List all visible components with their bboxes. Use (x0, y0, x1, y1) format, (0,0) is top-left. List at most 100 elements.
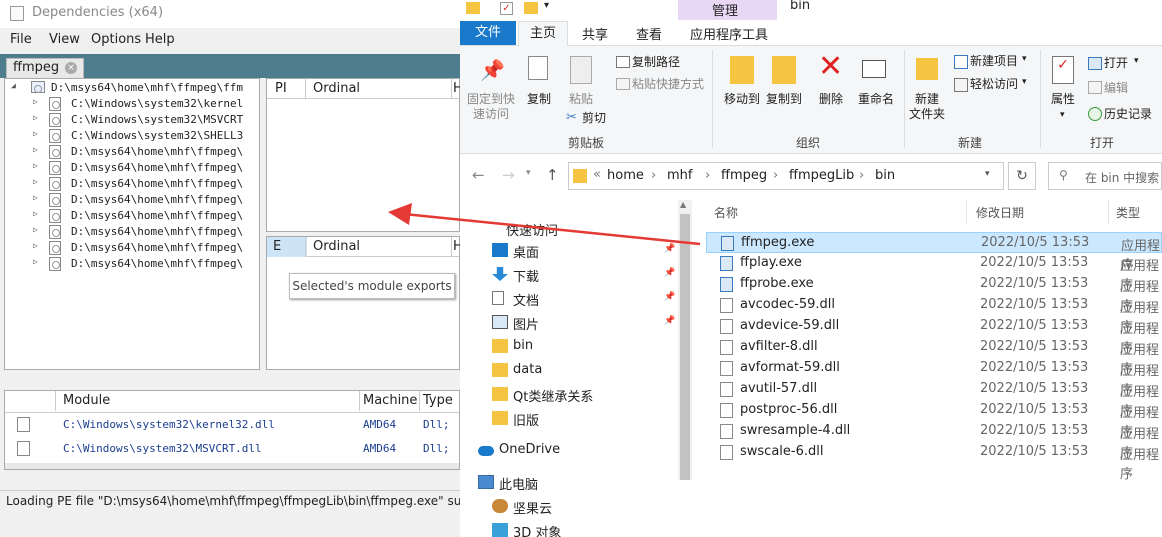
breadcrumb-overflow[interactable]: « (593, 167, 601, 182)
file-row[interactable]: avfilter-8.dll 2022/10/5 13:53 应用程序 (706, 337, 1162, 377)
col-ordinal[interactable]: Ordinal (313, 239, 360, 254)
chevron-right-icon[interactable]: › (651, 168, 656, 183)
easy-access-button[interactable]: 轻松访问 (970, 77, 1018, 92)
file-list[interactable]: 名称 修改日期 类型 ffmpeg.exe 2022/10/5 13:53 应用程序… (696, 200, 1162, 537)
chevron-right-icon[interactable]: › (705, 168, 710, 183)
breadcrumb-item[interactable]: ffmpeg (721, 168, 767, 183)
chevron-down-icon[interactable]: ▾ (1022, 77, 1046, 103)
nav-scroll-thumb[interactable] (680, 214, 690, 480)
new-item-button[interactable]: 新建项目 (970, 54, 1018, 69)
tab-view[interactable]: 查看 (636, 24, 662, 43)
refresh-button[interactable]: ↻ (1008, 162, 1036, 190)
chevron-up-icon[interactable]: ▲ (680, 200, 686, 209)
table-row[interactable]: C:\Windows\system32\kernel32.dll AMD64 D… (5, 413, 459, 437)
document-tab-ffmpeg[interactable]: ffmpeg × (6, 58, 84, 78)
pin-to-quick-access-button[interactable]: 固定到快 速访问 (466, 92, 516, 122)
menu-file[interactable]: File (10, 32, 32, 47)
navigation-pane[interactable]: 快速访问桌面 📌 下载 📌 文档 📌 图片 📌 bin data Qt类继承关系旧版 OneDrive… (460, 200, 692, 537)
chevron-down-icon[interactable]: ▾ (1134, 56, 1158, 82)
module-tree[interactable]: ◢ D:\msys64\home\mhf\ffmpeg\ffm ▷ C:\Wind… (4, 78, 260, 370)
forward-arrow-icon[interactable]: → (502, 166, 515, 184)
cut-button[interactable]: 剪切 (582, 111, 606, 126)
imports-pane[interactable]: PI Ordinal H (266, 78, 460, 232)
chevron-right-icon[interactable]: › (859, 168, 864, 183)
col-pi[interactable]: PI (275, 81, 287, 96)
rename-button[interactable]: 重命名 (854, 92, 898, 107)
properties-button[interactable]: 属性 (1048, 92, 1078, 107)
tab-share[interactable]: 共享 (582, 24, 608, 43)
new-folder-button[interactable]: 新建 文件夹 (906, 92, 948, 122)
col-date[interactable]: 修改日期 (976, 204, 1024, 221)
file-row[interactable]: avutil-57.dll 2022/10/5 13:53 应用程序 (706, 379, 1162, 419)
open-button[interactable]: 打开 (1104, 56, 1128, 71)
file-row[interactable]: postproc-56.dll 2022/10/5 13:53 应用程序 (706, 400, 1162, 440)
checkbox-icon[interactable]: ✓ (500, 2, 513, 15)
col-module[interactable]: Module (63, 393, 110, 408)
expand-arrow-icon[interactable]: ▷ (33, 257, 38, 266)
col-hint[interactable]: H (453, 81, 460, 96)
folder-icon[interactable] (524, 2, 538, 14)
file-row[interactable]: ffprobe.exe 2022/10/5 13:53 应用程序 (706, 274, 1162, 314)
move-to-button[interactable]: 移动到 (720, 92, 764, 107)
col-name[interactable]: 名称 (714, 204, 738, 221)
file-row[interactable]: avdevice-59.dll 2022/10/5 13:53 应用程序 (706, 316, 1162, 356)
file-row[interactable]: swscale-6.dll 2022/10/5 13:53 应用程序 (706, 442, 1162, 482)
paste-shortcut-button[interactable]: 粘贴快捷方式 (632, 77, 704, 92)
breadcrumb-item[interactable]: mhf (667, 168, 692, 183)
chevron-down-icon[interactable]: ▾ (1060, 110, 1072, 122)
table-row[interactable]: C:\Windows\system32\MSVCRT.dll AMD64 Dll… (5, 437, 459, 461)
breadcrumb-item[interactable]: ffmpegLib (789, 168, 854, 183)
expand-arrow-icon[interactable]: ▷ (33, 145, 38, 154)
col-type[interactable]: Type (423, 393, 453, 408)
address-bar[interactable]: « home › mhf › ffmpeg › ffmpegLib › bin ▾ (568, 162, 1004, 190)
breadcrumb-item[interactable]: bin (875, 168, 895, 183)
search-box[interactable]: ⚲ 在 bin 中搜索 (1048, 162, 1162, 190)
up-arrow-icon[interactable]: ↑ (546, 166, 559, 184)
chevron-right-icon[interactable]: › (773, 168, 778, 183)
menu-help[interactable]: Help (145, 32, 175, 47)
pin-icon[interactable]: 📌 (664, 244, 675, 254)
chevron-down-icon[interactable]: ▾ (526, 168, 531, 178)
back-arrow-icon[interactable]: ← (472, 166, 485, 184)
file-row[interactable]: swresample-4.dll 2022/10/5 13:53 应用程序 (706, 421, 1162, 461)
tab-home[interactable]: 主页 (518, 21, 568, 46)
copy-path-button[interactable]: 复制路径 (632, 55, 680, 70)
modules-scrollbar[interactable] (5, 463, 459, 469)
collapse-arrow-icon[interactable]: ◢ (11, 81, 16, 90)
pin-icon[interactable]: 📌 (664, 268, 675, 278)
close-icon[interactable]: × (65, 62, 77, 74)
tab-app-tools[interactable]: 应用程序工具 (690, 24, 768, 43)
col-machine[interactable]: Machine (363, 393, 417, 408)
history-button[interactable]: 历史记录 (1104, 107, 1152, 122)
pin-icon[interactable]: 📌 (664, 292, 675, 302)
expand-arrow-icon[interactable]: ▷ (33, 113, 38, 122)
expand-arrow-icon[interactable]: ▷ (33, 241, 38, 250)
breadcrumb-item[interactable]: home (607, 168, 644, 183)
copy-button[interactable]: 复制 (524, 92, 554, 107)
expand-arrow-icon[interactable]: ▷ (33, 209, 38, 218)
chevron-down-icon[interactable]: ▾ (985, 169, 990, 179)
menu-options[interactable]: Options (91, 32, 141, 47)
menu-view[interactable]: View (49, 32, 80, 47)
expand-arrow-icon[interactable]: ▷ (33, 97, 38, 106)
pin-icon[interactable]: 📌 (664, 316, 675, 326)
expand-arrow-icon[interactable]: ▷ (33, 193, 38, 202)
col-e[interactable]: E (273, 239, 281, 254)
expand-arrow-icon[interactable]: ▷ (33, 177, 38, 186)
file-row[interactable]: avformat-59.dll 2022/10/5 13:53 应用程序 (706, 358, 1162, 398)
file-row[interactable]: ffplay.exe 2022/10/5 13:53 应用程序 (706, 253, 1162, 293)
copy-to-button[interactable]: 复制到 (762, 92, 806, 107)
expand-arrow-icon[interactable]: ▷ (33, 225, 38, 234)
chevron-down-icon[interactable]: ▾ (544, 0, 549, 11)
tab-file[interactable]: 文件 (460, 21, 516, 45)
edit-button[interactable]: 编辑 (1104, 81, 1128, 96)
col-ordinal[interactable]: Ordinal (313, 81, 360, 96)
file-row[interactable]: avcodec-59.dll 2022/10/5 13:53 应用程序 (706, 295, 1162, 335)
col-type[interactable]: 类型 (1116, 204, 1140, 221)
expand-arrow-icon[interactable]: ▷ (33, 161, 38, 170)
delete-button[interactable]: 删除 (816, 92, 846, 107)
col-hint[interactable]: H (453, 239, 460, 254)
file-row[interactable]: ffmpeg.exe 2022/10/5 13:53 应用程序 (706, 232, 1162, 273)
expand-arrow-icon[interactable]: ▷ (33, 129, 38, 138)
paste-button[interactable]: 粘贴 (566, 92, 596, 107)
